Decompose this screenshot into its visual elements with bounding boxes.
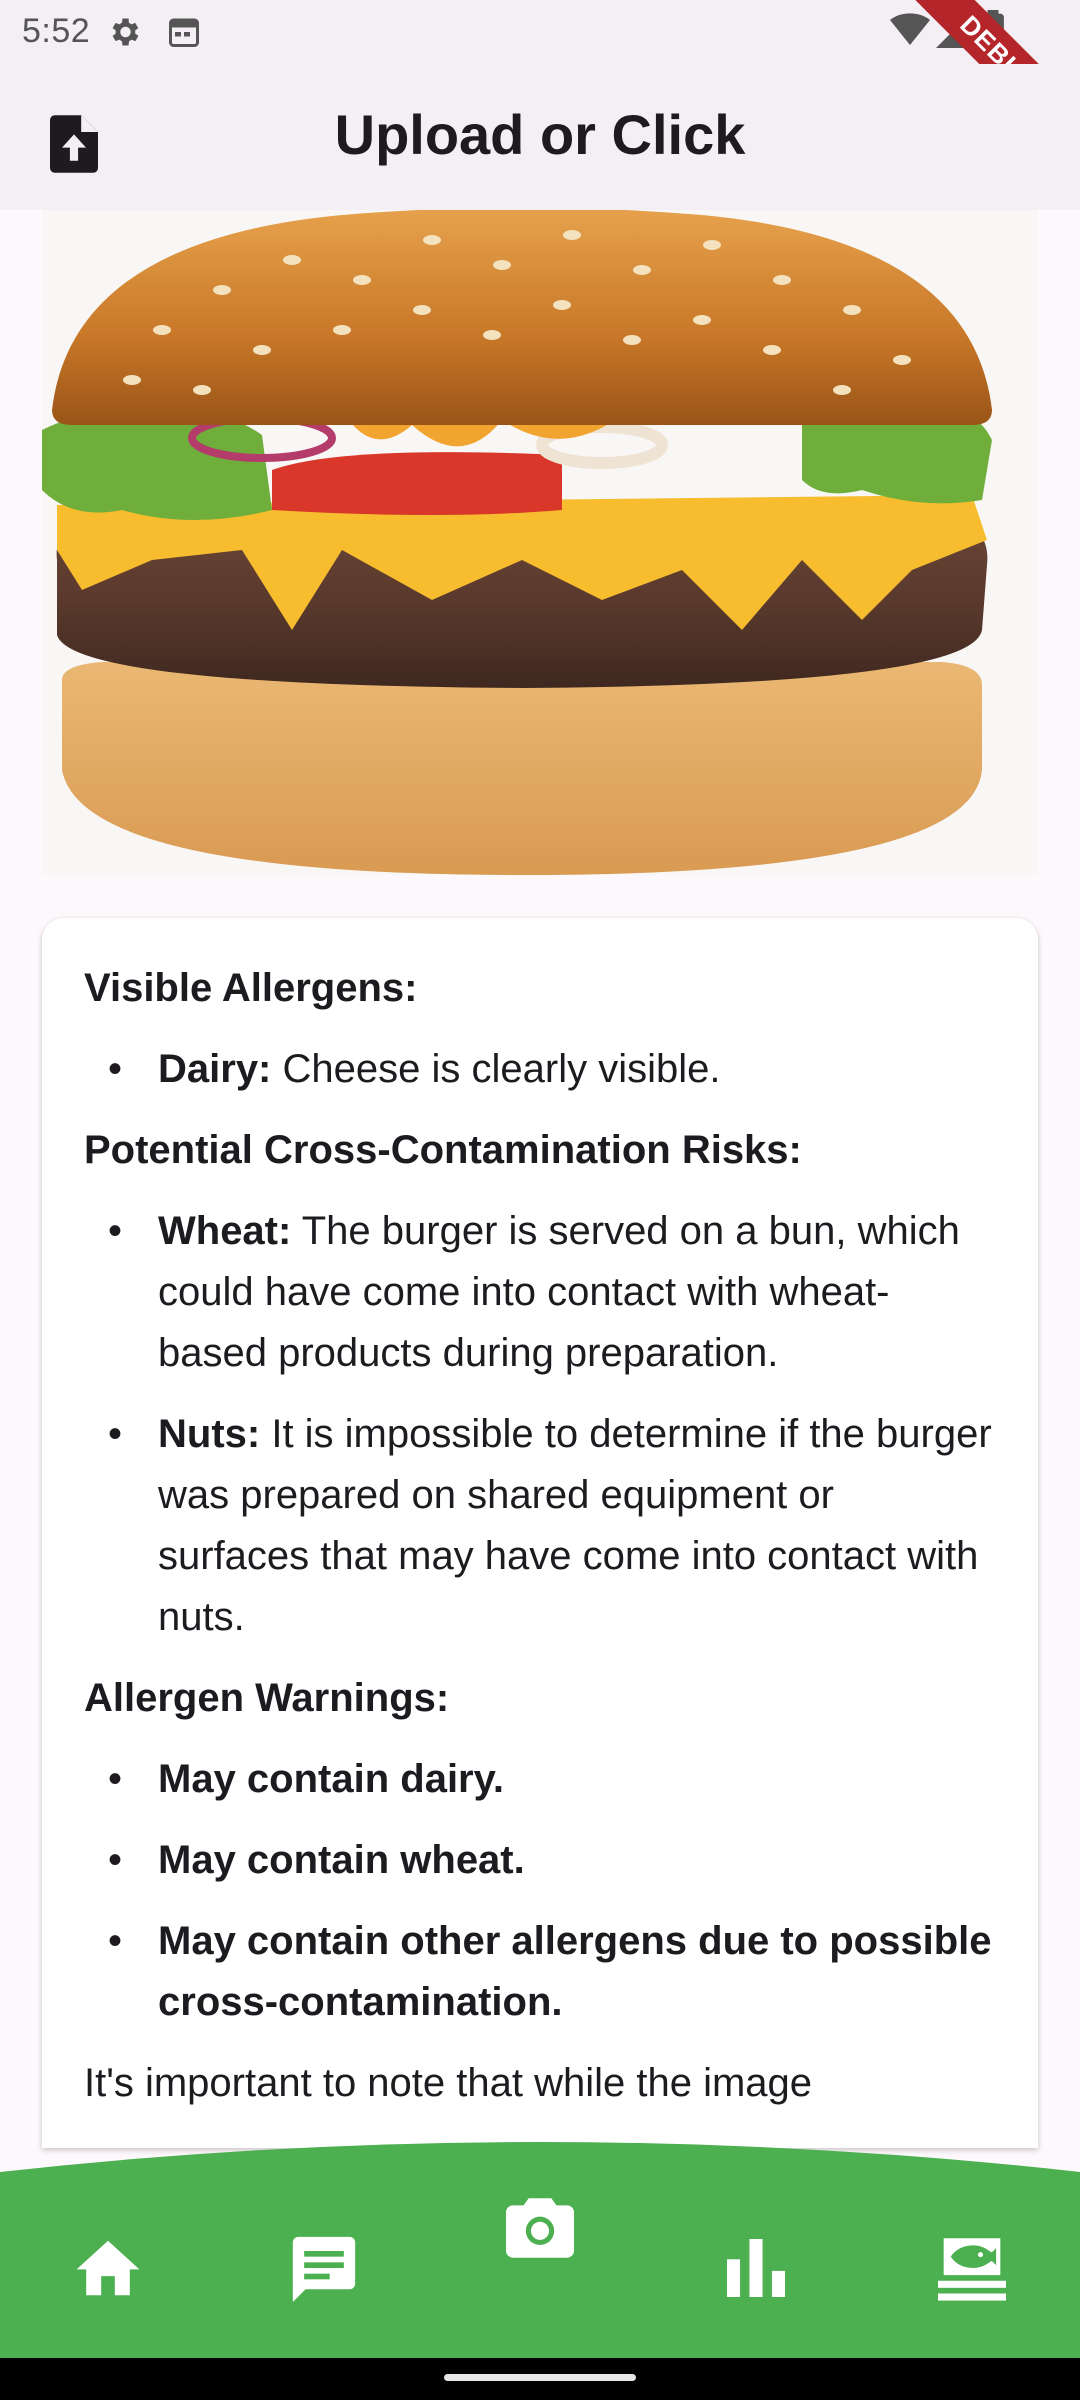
nav-camera[interactable] [490, 2180, 590, 2280]
nav-home[interactable] [58, 2220, 158, 2320]
wifi-icon [890, 12, 930, 53]
status-time: 5:52 [22, 12, 91, 50]
bottom-nav [0, 2120, 1080, 2360]
set-meal-icon [938, 2235, 1006, 2306]
list-item: • Nuts: It is impossible to determine if… [84, 1404, 996, 1648]
home-icon [75, 2238, 141, 2303]
analysis-card: Visible Allergens: • Dairy: Cheese is cl… [42, 918, 1038, 2148]
bullet: • [108, 1919, 123, 1963]
visible-allergens-heading: Visible Allergens: [84, 966, 418, 1010]
risk-label: Nuts: [158, 1412, 261, 1456]
analysis-note: It's important to note that while the im… [84, 2061, 813, 2105]
page-title: Upload or Click [334, 103, 746, 166]
warning-text: May contain other allergens due to possi… [158, 1919, 992, 2024]
settings-icon [106, 14, 142, 55]
list-item: • Wheat: The burger is served on a bun, … [84, 1201, 996, 1384]
risk-label: Wheat: [158, 1209, 292, 1253]
bullet: • [108, 1838, 123, 1882]
allergen-label: Dairy: [158, 1047, 272, 1091]
allergen-warnings-list: • May contain dairy. • May contain wheat… [84, 1749, 996, 2033]
warning-text: May contain dairy. [158, 1757, 505, 1801]
cross-contamination-heading: Potential Cross-Contamination Risks: [84, 1128, 802, 1172]
gesture-handle[interactable] [444, 2374, 636, 2381]
calendar-icon [166, 14, 202, 55]
bullet: • [108, 1412, 123, 1456]
list-item: • May contain dairy. [84, 1749, 996, 1810]
allergen-text: Cheese is clearly visible. [271, 1047, 721, 1091]
cross-contamination-list: • Wheat: The burger is served on a bun, … [84, 1201, 996, 1648]
burger-illustration [42, 210, 1038, 875]
nav-chat[interactable] [274, 2220, 374, 2320]
food-image [42, 210, 1038, 875]
nav-food[interactable] [922, 2220, 1022, 2320]
allergen-warnings-heading: Allergen Warnings: [84, 1676, 450, 1720]
list-item: • May contain other allergens due to pos… [84, 1911, 996, 2033]
chat-icon [290, 2234, 358, 2307]
list-item: • May contain wheat. [84, 1830, 996, 1891]
warning-text: May contain wheat. [158, 1838, 525, 1882]
bullet: • [108, 1047, 123, 1091]
screen: 5:52 DEBUG Upload or Click Visible Aller… [0, 0, 1080, 2400]
status-bar: 5:52 DEBUG [0, 0, 1080, 176]
risk-text: It is impossible to determine if the bur… [158, 1412, 992, 1639]
bullet: • [108, 1757, 123, 1801]
bar-chart-icon [727, 2238, 785, 2302]
list-item: • Dairy: Cheese is clearly visible. [84, 1039, 996, 1100]
nav-stats[interactable] [706, 2220, 806, 2320]
camera-icon [506, 2197, 574, 2263]
app-bar: Upload or Click [0, 64, 1080, 210]
bullet: • [108, 1209, 123, 1253]
system-navigation-bar [0, 2358, 1080, 2400]
visible-allergens-list: • Dairy: Cheese is clearly visible. [84, 1039, 996, 1100]
